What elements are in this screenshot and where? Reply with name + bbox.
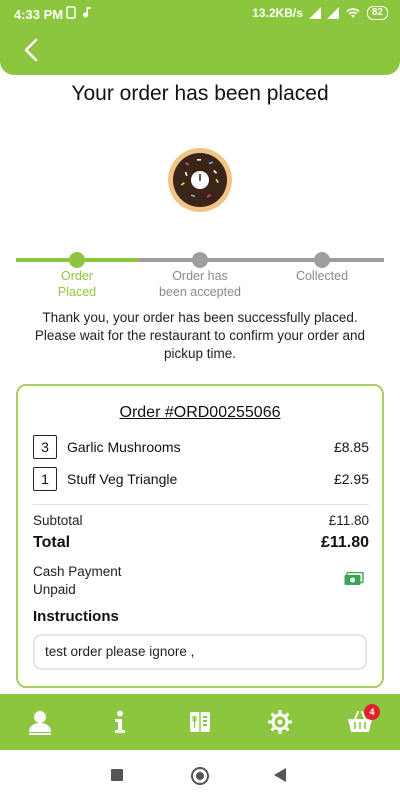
nav-account[interactable]: [0, 694, 80, 750]
step-label-placed: Order Placed: [22, 268, 132, 300]
progress-track-pending: [138, 258, 384, 262]
nav-menu[interactable]: [160, 694, 240, 750]
info-icon: [115, 710, 125, 733]
cash-icon: [344, 572, 364, 585]
instructions-field[interactable]: test order please ignore ,: [33, 634, 367, 670]
page-title: Your order has been placed: [71, 82, 329, 105]
step-label-accepted: Order has been accepted: [145, 268, 255, 300]
item-price: £2.95: [333, 471, 369, 487]
payment-method: Cash Payment: [33, 564, 122, 579]
nav-settings[interactable]: [240, 694, 320, 750]
system-back-button[interactable]: [274, 768, 286, 782]
message-line-1: Thank you, your order has been successfu…: [42, 310, 358, 325]
system-nav-bar: [0, 750, 400, 800]
step-label-accepted-line2: been accepted: [158, 285, 241, 299]
instructions-label: Instructions: [33, 608, 119, 625]
order-progress: Order Placed Order has been accepted Col…: [16, 250, 384, 310]
nav-basket[interactable]: 4: [320, 694, 400, 750]
step-label-accepted-line1: Order has: [172, 269, 228, 283]
total-value: £11.80: [320, 534, 369, 551]
status-bar: 4:33 PM 13.2KB/s 82: [0, 0, 400, 28]
payment-info: Cash Payment Unpaid: [33, 563, 122, 599]
item-quantity: 3: [33, 435, 57, 459]
home-button[interactable]: [191, 767, 209, 785]
subtotal-label: Subtotal: [33, 513, 83, 528]
order-item: 1 Stuff Veg Triangle £2.95: [33, 466, 369, 492]
battery-indicator: 82: [366, 6, 388, 20]
menu-book-icon: [190, 712, 210, 732]
wifi-icon: [346, 8, 360, 18]
step-label-collected: Collected: [267, 268, 377, 284]
order-summary-card: Order #ORD00255066 3 Garlic Mushrooms £8…: [16, 384, 384, 688]
settings-icon: [268, 710, 292, 734]
recents-button[interactable]: [111, 769, 123, 781]
nav-info[interactable]: [80, 694, 160, 750]
app-header: 4:33 PM 13.2KB/s 82: [0, 0, 400, 75]
music-note-icon: [83, 7, 91, 18]
network-speed: 13.2KB/s: [252, 6, 303, 20]
item-name: Stuff Veg Triangle: [67, 471, 178, 487]
step-label-placed-line1: Order: [61, 269, 93, 283]
step-dot-collected: [314, 252, 330, 268]
payment-status: Unpaid: [33, 582, 76, 597]
status-time: 4:33 PM: [14, 7, 64, 22]
confirmation-message: Thank you, your order has been successfu…: [10, 309, 390, 363]
message-line-3: pickup time.: [163, 346, 237, 361]
message-line-2: Please wait for the restaurant to confir…: [34, 328, 366, 343]
step-dot-accepted: [192, 252, 208, 268]
item-price: £8.85: [333, 439, 369, 455]
sim-icon: [66, 6, 76, 19]
total-row: Total £11.80: [33, 534, 369, 552]
subtotal-row: Subtotal £11.80: [33, 513, 369, 528]
signal-icon: [308, 7, 321, 19]
item-name: Garlic Mushrooms: [67, 439, 181, 455]
subtotal-value: £11.80: [328, 513, 369, 528]
step-dot-placed: [69, 252, 85, 268]
back-button[interactable]: [18, 36, 46, 64]
item-quantity: 1: [33, 467, 57, 491]
step-label-collected-line1: Collected: [295, 269, 349, 283]
order-item: 3 Garlic Mushrooms £8.85: [33, 434, 369, 460]
step-label-placed-line2: Placed: [57, 285, 97, 299]
items-divider: [33, 504, 369, 505]
total-label: Total: [33, 534, 71, 551]
bottom-nav: 4: [0, 694, 400, 750]
chevron-left-icon: [24, 38, 38, 62]
status-notification-icons: [66, 6, 93, 19]
signal-icon-2: [326, 7, 339, 19]
user-icon: [29, 711, 51, 735]
basket-count-badge: 4: [364, 704, 380, 720]
order-number: Order #ORD00255066: [119, 404, 281, 421]
donut-icon: [167, 147, 233, 213]
